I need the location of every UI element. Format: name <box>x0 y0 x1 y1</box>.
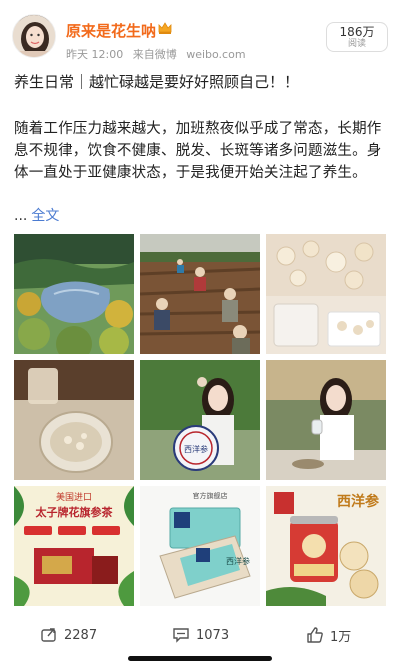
image-product-ad[interactable]: 美国进口 太子牌花旗参茶 <box>14 486 134 606</box>
image-tin-title: 西洋参 <box>337 493 380 510</box>
post-body: 随着工作压力越来越大，加班熬夜似乎成了常态，长期作息不规律，饮食不健康、脱发、长… <box>14 121 382 181</box>
image-brand-text: 官方旗舰店 <box>193 491 228 500</box>
post-title: 养生日常｜越忙碌越是要好好照顾自己！！ <box>14 73 300 91</box>
post-time: 昨天 12:00 <box>66 48 124 61</box>
post-meta: 昨天 12:00 来自微博 weibo.com <box>66 46 252 62</box>
image-grid: 西洋参 美国进口 太子牌花旗参茶 官方旗舰店 西洋参 西洋参 <box>14 234 386 606</box>
like-count: 1万 <box>330 629 352 645</box>
image-ginseng-slices[interactable] <box>266 234 386 354</box>
repost-count: 2287 <box>64 627 98 643</box>
like-button[interactable]: 1万 <box>306 625 351 645</box>
view-count-label: 阅读 <box>347 39 366 49</box>
image-lake[interactable] <box>14 234 134 354</box>
home-indicator[interactable] <box>128 656 272 661</box>
read-more: ... 全文 <box>14 205 59 225</box>
image-woman-seal[interactable]: 西洋参 <box>140 360 260 480</box>
comment-count: 1073 <box>196 627 230 643</box>
image-box-text: 西洋参 <box>226 556 250 566</box>
avatar[interactable] <box>12 14 56 58</box>
image-product-tin[interactable]: 西洋参 <box>266 486 386 606</box>
image-product-box[interactable]: 官方旗舰店 西洋参 <box>140 486 260 606</box>
post-site[interactable]: weibo.com <box>186 48 245 61</box>
image-tea-cups[interactable] <box>14 360 134 480</box>
read-full-link[interactable]: 全文 <box>31 208 59 224</box>
like-icon <box>307 627 323 643</box>
comment-button[interactable]: 1073 <box>172 625 229 645</box>
image-ad-subtitle: 太子牌花旗参茶 <box>35 505 114 519</box>
image-woman-tea[interactable] <box>266 360 386 480</box>
ellipsis: ... <box>14 208 28 224</box>
username[interactable]: 原来是花生呐 <box>66 20 156 41</box>
image-ad-title: 美国进口 <box>56 491 92 503</box>
view-count-badge: 186万 阅读 <box>326 22 388 52</box>
crown-icon <box>158 22 172 34</box>
comment-icon <box>173 628 189 643</box>
post-header: 原来是花生呐 昨天 12:00 来自微博 weibo.com 186万 阅读 <box>0 0 400 70</box>
view-count: 186万 <box>339 25 375 39</box>
repost-button[interactable]: 2287 <box>40 625 97 645</box>
image-farm[interactable] <box>140 234 260 354</box>
action-bar: 2287 1073 1万 <box>0 618 400 652</box>
post-source: 来自微博 <box>132 48 177 61</box>
image-seal-text: 西洋参 <box>184 444 208 454</box>
repost-icon <box>41 628 56 642</box>
